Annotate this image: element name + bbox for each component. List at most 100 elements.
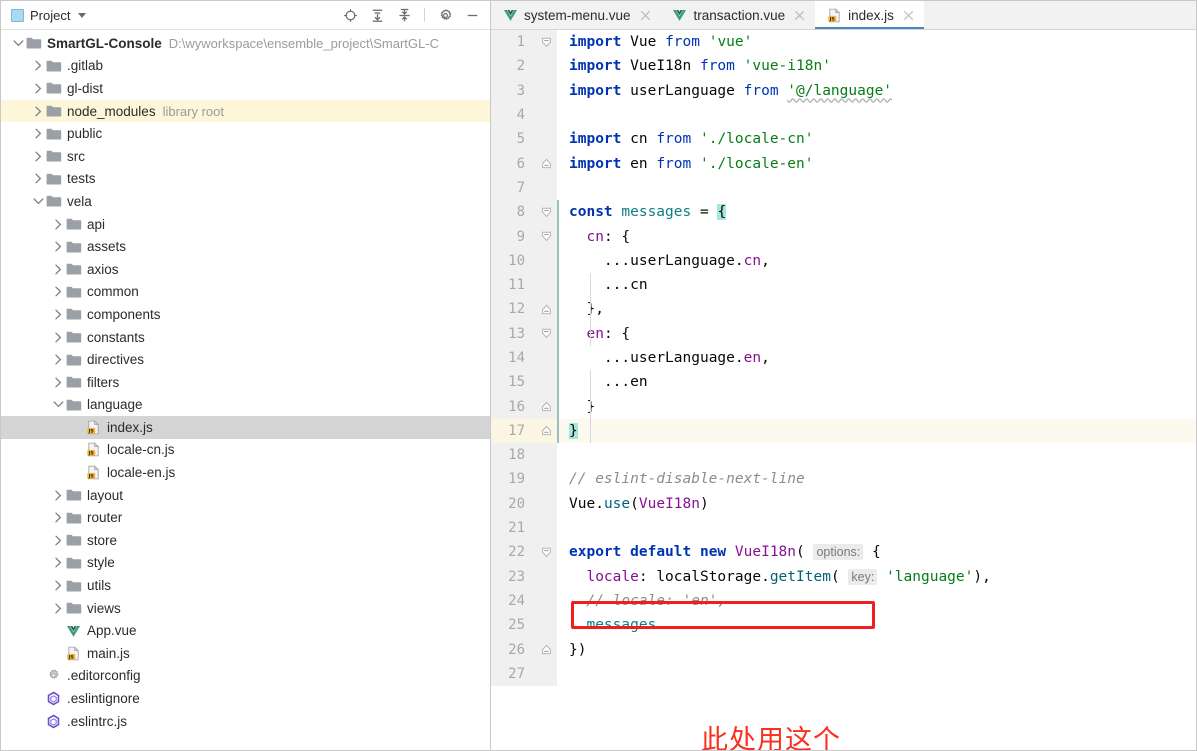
code-line[interactable]: 23 locale: localStorage.getItem( key: 'l… (491, 564, 1196, 589)
fold-open-icon[interactable] (535, 321, 557, 346)
tree-item-language[interactable]: language (1, 394, 490, 417)
code-line[interactable]: 4 (491, 102, 1196, 128)
code-line[interactable]: 9 cn: { (491, 224, 1196, 249)
code-line[interactable]: 21 (491, 515, 1196, 541)
expand-all-icon[interactable] (369, 7, 385, 23)
fold-close-icon[interactable] (535, 637, 557, 662)
tree-item-eslintrc-js[interactable]: .eslintrc.js (1, 710, 490, 733)
project-panel-title-group[interactable]: Project (11, 8, 87, 23)
chevron-right-icon[interactable] (51, 533, 65, 547)
tree-item-views[interactable]: views (1, 597, 490, 620)
tree-item-editorconfig[interactable]: .editorconfig (1, 665, 490, 688)
chevron-right-icon[interactable] (51, 330, 65, 344)
chevron-right-icon[interactable] (51, 556, 65, 570)
chevron-right-icon[interactable] (51, 307, 65, 321)
chevron-down-icon[interactable] (78, 12, 87, 18)
chevron-right-icon[interactable] (51, 511, 65, 525)
fold-open-icon[interactable] (535, 540, 557, 565)
code-line[interactable]: 12 }, (491, 297, 1196, 322)
code-line[interactable]: 22 export default new VueI18n( options: { (491, 540, 1196, 565)
chevron-right-icon[interactable] (31, 81, 45, 95)
fold-close-icon[interactable] (535, 297, 557, 322)
tree-item-tests[interactable]: tests (1, 168, 490, 191)
editor-tab-index-js[interactable]: JS index.js (815, 1, 924, 29)
chevron-right-icon[interactable] (51, 285, 65, 299)
fold-close-icon[interactable] (535, 151, 557, 176)
locate-file-icon[interactable] (342, 7, 358, 23)
tree-item-gl-dist[interactable]: gl-dist (1, 77, 490, 100)
chevron-down-icon[interactable] (31, 194, 45, 208)
code-line[interactable]: 11 ...cn (491, 272, 1196, 298)
close-icon[interactable] (639, 9, 652, 22)
code-line[interactable]: 20 Vue.use(VueI18n) (491, 491, 1196, 516)
chevron-right-icon[interactable] (31, 149, 45, 163)
tree-item-directives[interactable]: directives (1, 348, 490, 371)
collapse-all-icon[interactable] (396, 7, 412, 23)
code-line[interactable]: 14 ...userLanguage.en, (491, 345, 1196, 371)
editor-tab-bar[interactable]: system-menu.vue transaction.vue JS index.js (491, 1, 1196, 30)
code-line[interactable]: 24 // locale: 'en', (491, 588, 1196, 614)
tree-item-gitlab[interactable]: .gitlab (1, 55, 490, 78)
code-line[interactable]: 26}) (491, 637, 1196, 662)
code-line[interactable]: 3 import userLanguage from '@/language' (491, 78, 1196, 103)
tree-item-filters[interactable]: filters (1, 371, 490, 394)
chevron-right-icon[interactable] (31, 104, 45, 118)
code-line[interactable]: 13 en: { (491, 321, 1196, 346)
code-line[interactable]: 10 ...userLanguage.cn, (491, 248, 1196, 273)
chevron-right-icon[interactable] (51, 601, 65, 615)
hide-panel-icon[interactable] (464, 7, 480, 23)
tree-item-eslintignore[interactable]: .eslintignore (1, 687, 490, 710)
code-line[interactable]: 6 import en from './locale-en' (491, 151, 1196, 176)
chevron-right-icon[interactable] (51, 488, 65, 502)
code-editor[interactable]: 1 import Vue from 'vue' 2 import VueI18n fr… (491, 30, 1196, 750)
tree-item-assets[interactable]: assets (1, 235, 490, 258)
tree-item-node-modules[interactable]: node_modules library root (1, 99, 490, 123)
tree-item-store[interactable]: store (1, 529, 490, 552)
code-line[interactable]: 1 import Vue from 'vue' (491, 30, 1196, 55)
chevron-right-icon[interactable] (51, 579, 65, 593)
tree-item-locale-cn-js[interactable]: JS locale-cn.js (1, 439, 490, 462)
chevron-down-icon[interactable] (11, 36, 25, 50)
code-line[interactable]: 8 const messages = { (491, 200, 1196, 225)
code-line[interactable]: 16 } (491, 394, 1196, 419)
tree-item-layout[interactable]: layout (1, 484, 490, 507)
code-line[interactable]: 27 (491, 661, 1196, 687)
chevron-right-icon[interactable] (51, 262, 65, 276)
tree-item-components[interactable]: components (1, 303, 490, 326)
code-line[interactable]: 5 import cn from './locale-cn' (491, 127, 1196, 152)
fold-open-icon[interactable] (535, 200, 557, 225)
project-file-tree[interactable]: SmartGL-Console D:\wyworkspace\ensemble_p… (1, 30, 490, 750)
tree-item-constants[interactable]: constants (1, 326, 490, 349)
code-line[interactable]: 17} (491, 418, 1196, 444)
tree-item-style[interactable]: style (1, 552, 490, 575)
tree-item-axios[interactable]: axios (1, 258, 490, 281)
fold-open-icon[interactable] (535, 30, 557, 55)
fold-open-icon[interactable] (535, 224, 557, 249)
tree-item-router[interactable]: router (1, 506, 490, 529)
chevron-right-icon[interactable] (51, 217, 65, 231)
tree-item-public[interactable]: public (1, 122, 490, 145)
tree-item-common[interactable]: common (1, 281, 490, 304)
tree-item-utils[interactable]: utils (1, 574, 490, 597)
chevron-right-icon[interactable] (51, 375, 65, 389)
chevron-right-icon[interactable] (31, 172, 45, 186)
chevron-right-icon[interactable] (51, 240, 65, 254)
tree-item-vela[interactable]: vela (1, 190, 490, 213)
fold-close-icon[interactable] (535, 418, 557, 444)
close-icon[interactable] (793, 9, 806, 22)
chevron-right-icon[interactable] (51, 353, 65, 367)
chevron-right-icon[interactable] (31, 127, 45, 141)
close-icon[interactable] (902, 9, 915, 22)
tree-item-src[interactable]: src (1, 145, 490, 168)
code-line[interactable]: 15 ...en (491, 370, 1196, 395)
tree-item-api[interactable]: api (1, 213, 490, 236)
chevron-down-icon[interactable] (51, 398, 65, 412)
code-line[interactable]: 7 (491, 175, 1196, 201)
settings-gear-icon[interactable] (437, 7, 453, 23)
editor-tab-system-menu-vue[interactable]: system-menu.vue (491, 1, 661, 29)
tree-item-main-js[interactable]: JS main.js (1, 642, 490, 665)
tree-item-app-vue[interactable]: App.vue (1, 619, 490, 642)
fold-close-icon[interactable] (535, 394, 557, 419)
code-line[interactable]: 25 messages (491, 613, 1196, 638)
tree-item-locale-en-js[interactable]: JS locale-en.js (1, 461, 490, 484)
